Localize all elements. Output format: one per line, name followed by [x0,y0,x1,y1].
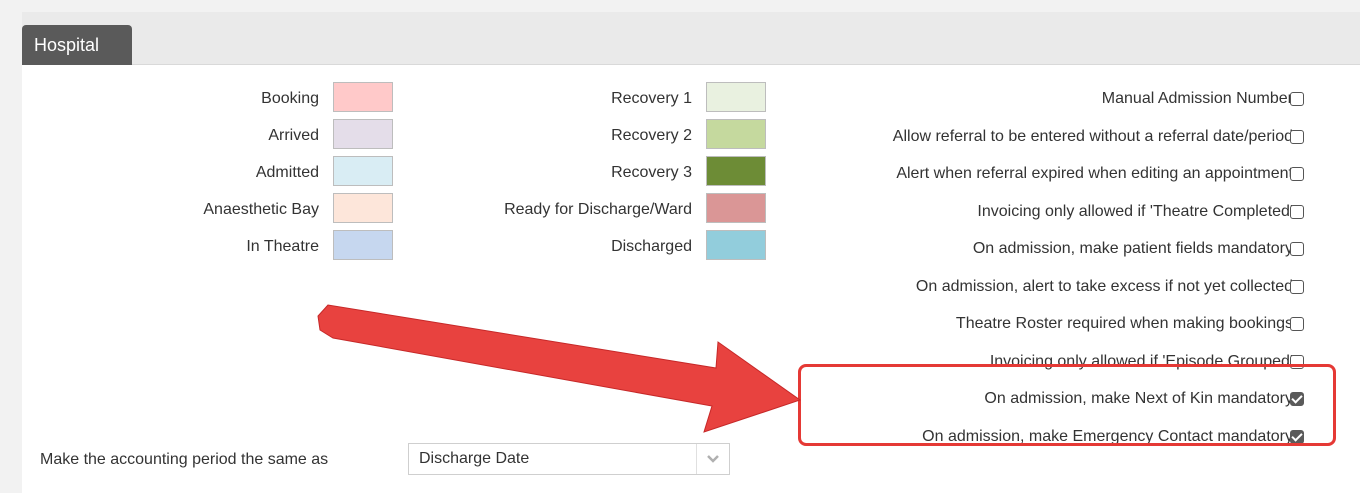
option-checkbox[interactable] [1290,204,1304,219]
status-color-label: Admitted [255,164,319,181]
option-checkbox[interactable] [1290,392,1304,406]
status-color-label: Arrived [268,127,319,144]
option-checkbox[interactable] [1290,317,1304,331]
option-label: Invoicing only allowed if 'Episode Group… [989,352,1293,370]
accounting-period-label: Make the accounting period the same as [40,451,329,468]
status-color-swatch[interactable] [333,156,393,186]
option-checkbox[interactable] [1290,92,1304,106]
status-color-swatch[interactable] [333,193,393,223]
option-checkbox[interactable] [1290,279,1304,294]
status-color-label: Ready for Discharge/Ward [504,201,692,218]
option-label: On admission, make patient fields mandat… [972,240,1293,257]
status-color-label: Recovery 3 [611,164,692,181]
option-label: On admission, make Emergency Contact man… [922,427,1293,445]
option-checkbox[interactable] [1290,429,1304,444]
status-color-swatch[interactable] [333,230,393,260]
option-label: On admission, alert to take excess if no… [915,277,1293,295]
status-color-swatch[interactable] [706,230,766,260]
tab-hospital[interactable]: Hospital [22,25,132,65]
option-label: Allow referral to be entered without a r… [892,127,1293,145]
option-checkbox[interactable] [1290,354,1304,369]
status-color-label: Recovery 2 [611,127,692,144]
status-color-label: In Theatre [246,238,319,255]
status-color-label: Discharged [611,238,692,255]
option-label: Alert when referral expired when editing… [896,165,1293,182]
option-checkbox[interactable] [1290,129,1304,144]
option-checkbox[interactable] [1290,167,1304,181]
status-color-label: Anaesthetic Bay [203,201,319,218]
tab-bar: Hospital [22,12,1360,65]
dropdown-button[interactable] [696,444,729,474]
status-color-label: Recovery 1 [611,90,692,107]
option-label: Invoicing only allowed if 'Theatre Compl… [977,202,1293,220]
status-color-swatch[interactable] [333,119,393,149]
option-label: On admission, make Next of Kin mandatory [984,390,1293,407]
status-color-swatch[interactable] [333,82,393,112]
status-color-swatch[interactable] [706,156,766,186]
status-color-swatch[interactable] [706,193,766,223]
status-color-swatch[interactable] [706,82,766,112]
option-label: Manual Admission Number [1101,90,1293,107]
status-color-label: Booking [261,90,319,107]
chevron-down-icon [707,455,719,463]
status-color-swatch[interactable] [706,119,766,149]
option-label: Theatre Roster required when making book… [955,315,1293,332]
accounting-period-value: Discharge Date [419,450,530,467]
option-checkbox[interactable] [1290,242,1304,256]
accounting-period-select[interactable]: Discharge Date [408,443,730,475]
